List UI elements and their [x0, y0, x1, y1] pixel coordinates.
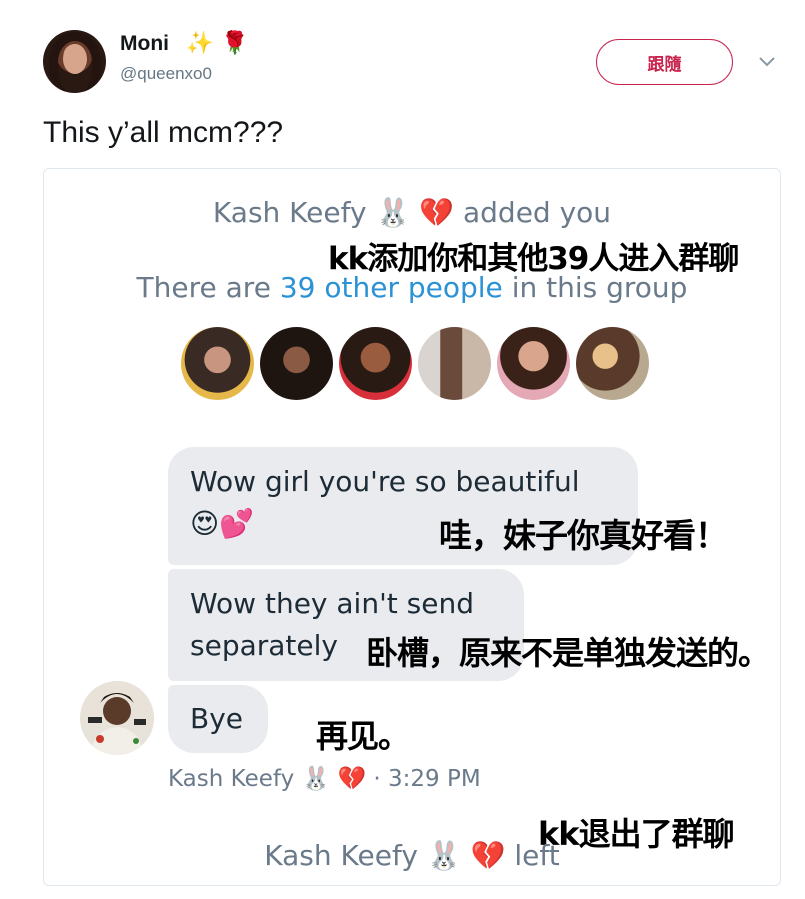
- author-avatar[interactable]: [43, 30, 106, 93]
- group-info-line: There are 39 other people in this group: [44, 271, 780, 304]
- added-action: added you: [463, 196, 612, 229]
- sender-avatar[interactable]: [80, 681, 154, 755]
- chevron-down-icon[interactable]: [758, 56, 776, 68]
- message-text: Bye: [190, 702, 244, 735]
- tweet-media-image[interactable]: Kash Keefy 🐰 💔 added you kk添加你和其他39人进入群聊…: [43, 168, 781, 886]
- rabbit-heartbreak-icon: 🐰 💔: [301, 766, 367, 792]
- author-handle[interactable]: @queenxo0: [120, 64, 212, 84]
- member-avatar[interactable]: [497, 327, 570, 400]
- member-avatar[interactable]: [339, 327, 412, 400]
- left-group-line: Kash Keefy 🐰 💔 left: [44, 839, 780, 872]
- group-suffix: in this group: [511, 271, 688, 304]
- message-meta: Kash Keefy 🐰 💔 · 3:29 PM: [168, 765, 481, 792]
- meta-time: 3:29 PM: [388, 766, 481, 792]
- author-name[interactable]: Moni: [120, 32, 169, 56]
- follow-button[interactable]: 跟隨: [596, 39, 733, 85]
- added-you-line: Kash Keefy 🐰 💔 added you: [44, 196, 780, 229]
- member-avatar[interactable]: [418, 327, 491, 400]
- added-by-name: Kash Keefy: [212, 196, 367, 229]
- meta-sender: Kash Keefy: [168, 766, 295, 792]
- left-by-name: Kash Keefy: [264, 839, 418, 872]
- message-bubble[interactable]: Bye: [168, 685, 268, 753]
- sender-avatar-image: [80, 681, 154, 755]
- rabbit-heartbreak-icon: 🐰 💔: [426, 839, 506, 872]
- meta-separator: ·: [373, 766, 381, 792]
- other-people-link[interactable]: 39 other people: [280, 271, 503, 304]
- tweet-text: This y’all mcm???: [43, 116, 284, 149]
- member-avatar[interactable]: [576, 327, 649, 400]
- left-action: left: [514, 839, 560, 872]
- rabbit-heartbreak-icon: 🐰 💔: [375, 196, 455, 229]
- member-avatar[interactable]: [181, 327, 254, 400]
- caption-bye: 再见。: [316, 717, 410, 755]
- message-text: Wow girl you're so beautiful: [190, 465, 580, 498]
- message-text: Wow they ain't send: [190, 587, 474, 620]
- member-avatar[interactable]: [260, 327, 333, 400]
- caption-separately: 卧槽，原来不是单独发送的。: [366, 634, 770, 672]
- sparkles-icon: ✨: [186, 30, 214, 55]
- rose-icon: 🌹: [221, 30, 249, 55]
- caption-beautiful: 哇，妹子你真好看！: [439, 516, 728, 555]
- group-prefix: There are: [136, 271, 271, 304]
